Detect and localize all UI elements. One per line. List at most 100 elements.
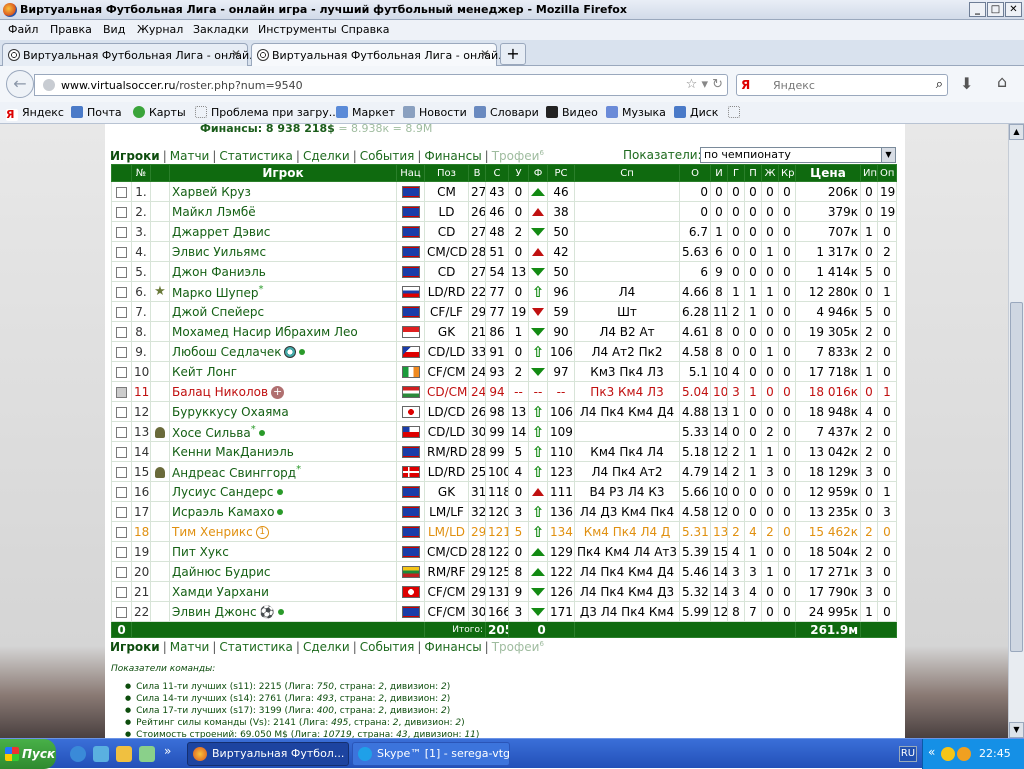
start-button[interactable]: Пуск <box>0 739 56 769</box>
header-op[interactable]: Оп <box>877 164 897 182</box>
ireland-flag-icon[interactable] <box>401 366 420 378</box>
player-name[interactable]: Исраэль Камахо <box>172 505 274 519</box>
belize-flag-icon[interactable] <box>401 246 420 258</box>
row-checkbox[interactable] <box>116 406 127 418</box>
close-tab-icon[interactable]: ✕ <box>231 47 241 61</box>
link-stats[interactable]: Статистика <box>219 640 293 654</box>
row-checkbox[interactable] <box>116 566 127 578</box>
link-trophies[interactable]: Трофеи6 <box>492 149 544 163</box>
player-name[interactable]: Балац Николов <box>172 385 268 399</box>
row-checkbox[interactable] <box>116 306 127 318</box>
row-checkbox[interactable] <box>116 546 127 558</box>
chevron-more-icon[interactable]: » <box>164 744 171 758</box>
belize-flag-icon[interactable] <box>401 306 420 318</box>
header-assists[interactable]: П <box>744 164 762 182</box>
row-checkbox[interactable] <box>116 186 127 198</box>
media-icon[interactable] <box>139 746 155 762</box>
header-pos[interactable]: Поз <box>424 164 469 182</box>
row-checkbox[interactable] <box>116 506 127 518</box>
belize-flag-icon[interactable] <box>401 506 420 518</box>
player-name[interactable]: Лусиус Сандерс <box>172 485 274 499</box>
link-finances[interactable]: Финансы <box>424 149 481 163</box>
back-button[interactable]: ← <box>6 70 34 98</box>
link-matches[interactable]: Матчи <box>170 149 210 163</box>
bookmark-empty[interactable] <box>728 106 744 119</box>
player-name-cell[interactable]: Андреас Свинггорд* <box>169 461 397 482</box>
menu-bookmarks[interactable]: Закладки <box>193 23 249 36</box>
vertical-scrollbar[interactable]: ▲ ▼ <box>1008 124 1024 738</box>
taskbar-item-firefox[interactable]: Виртуальная Футбол... <box>187 742 349 766</box>
belize-flag-icon[interactable] <box>401 266 420 278</box>
belize-flag-icon[interactable] <box>401 526 420 538</box>
row-checkbox[interactable] <box>116 486 127 498</box>
player-name[interactable]: Элвис Уильямс <box>172 245 266 259</box>
menu-view[interactable]: Вид <box>103 23 125 36</box>
bookmark-star-icon[interactable]: ☆ ▾ ↻ <box>686 77 723 92</box>
link-players[interactable]: Игроки <box>110 149 160 163</box>
ie-icon[interactable] <box>70 746 86 762</box>
link-events[interactable]: События <box>360 640 415 654</box>
bookmark-problem[interactable]: Проблема при загру... <box>195 106 339 119</box>
player-name[interactable]: Джон Фаниэль <box>172 265 266 279</box>
header-rs[interactable]: РС <box>547 164 575 182</box>
tab-2[interactable]: Виртуальная Футбольная Лига - онлай... ✕ <box>251 43 509 66</box>
player-name[interactable]: Мохамед Насир Ибрахим Лео <box>172 325 358 339</box>
player-name[interactable]: Тим Хенрикс <box>172 525 253 539</box>
row-checkbox[interactable] <box>116 386 127 398</box>
belize-flag-icon[interactable] <box>401 206 420 218</box>
maximize-button[interactable]: □ <box>987 2 1004 17</box>
header-fatigue[interactable]: У <box>508 164 529 182</box>
player-name-cell[interactable]: Лусиус Сандерс <box>169 481 397 502</box>
belize-flag-icon[interactable] <box>401 486 420 498</box>
row-checkbox[interactable] <box>116 466 127 478</box>
header-form[interactable]: Ф <box>528 164 548 182</box>
home-icon[interactable]: ⌂ <box>997 72 1007 91</box>
tray-app-icon[interactable] <box>941 747 955 761</box>
tab-1[interactable]: Виртуальная Футбольная Лига - онлай... ✕ <box>2 43 260 66</box>
header-player[interactable]: Игрок <box>169 164 397 182</box>
language-indicator[interactable]: RU <box>899 746 917 762</box>
row-checkbox[interactable] <box>116 606 127 618</box>
row-checkbox[interactable] <box>116 526 127 538</box>
link-trophies[interactable]: Трофеи6 <box>492 640 544 654</box>
bookmark-disk[interactable]: Диск <box>674 106 718 119</box>
player-name[interactable]: Джаррет Дэвис <box>172 225 270 239</box>
player-name[interactable]: Джой Спейерс <box>172 305 264 319</box>
header-rating[interactable]: О <box>679 164 711 182</box>
search-box[interactable]: Я Яндекс ⌕ <box>736 74 948 96</box>
bookmark-music[interactable]: Музыка <box>606 106 666 119</box>
hungary-flag-icon[interactable] <box>401 386 420 398</box>
row-checkbox[interactable] <box>116 586 127 598</box>
player-name-cell[interactable]: Элвис Уильямс <box>169 241 397 262</box>
player-name[interactable]: Хамди Уархани <box>172 585 269 599</box>
header-nat[interactable]: Нац <box>396 164 425 182</box>
ie-quicklaunch-icon[interactable] <box>93 746 109 762</box>
scroll-up-icon[interactable]: ▲ <box>1009 124 1024 140</box>
indicators-select[interactable]: по чемпионату ▼ <box>700 147 896 163</box>
player-name[interactable]: Андреас Свинггорд <box>172 466 296 480</box>
bookmark-yandex[interactable]: Я Яндекс <box>6 106 64 121</box>
link-players[interactable]: Игроки <box>110 640 160 654</box>
header-ip[interactable]: Ип <box>860 164 878 182</box>
tunisia-flag-icon[interactable] <box>401 586 420 598</box>
header-games[interactable]: И <box>710 164 728 182</box>
folder-icon[interactable] <box>116 746 132 762</box>
link-stats[interactable]: Статистика <box>219 149 293 163</box>
menu-help[interactable]: Справка <box>341 23 389 36</box>
download-icon[interactable]: ⬇ <box>960 74 973 93</box>
belize-flag-icon[interactable] <box>401 606 420 618</box>
menu-edit[interactable]: Правка <box>50 23 92 36</box>
bookmark-market[interactable]: Маркет <box>336 106 395 119</box>
player-name-cell[interactable]: Буруккусу Охаяма <box>169 401 397 422</box>
row-checkbox[interactable] <box>116 366 127 378</box>
player-name-cell[interactable]: Майкл Лэмбё <box>169 201 397 222</box>
belize-flag-icon[interactable] <box>401 446 420 458</box>
player-name-cell[interactable]: Исраэль Камахо <box>169 501 397 522</box>
chile-flag-icon[interactable] <box>401 426 420 438</box>
player-name-cell[interactable]: Балац Николов + <box>169 381 397 402</box>
singapore-flag-icon[interactable] <box>401 326 420 338</box>
slovenia-flag-icon[interactable] <box>401 286 420 298</box>
header-red[interactable]: Кр <box>778 164 796 182</box>
player-name[interactable]: Марко Шупер <box>172 286 259 300</box>
player-name-cell[interactable]: Тим Хенрикс 1 <box>169 521 397 542</box>
